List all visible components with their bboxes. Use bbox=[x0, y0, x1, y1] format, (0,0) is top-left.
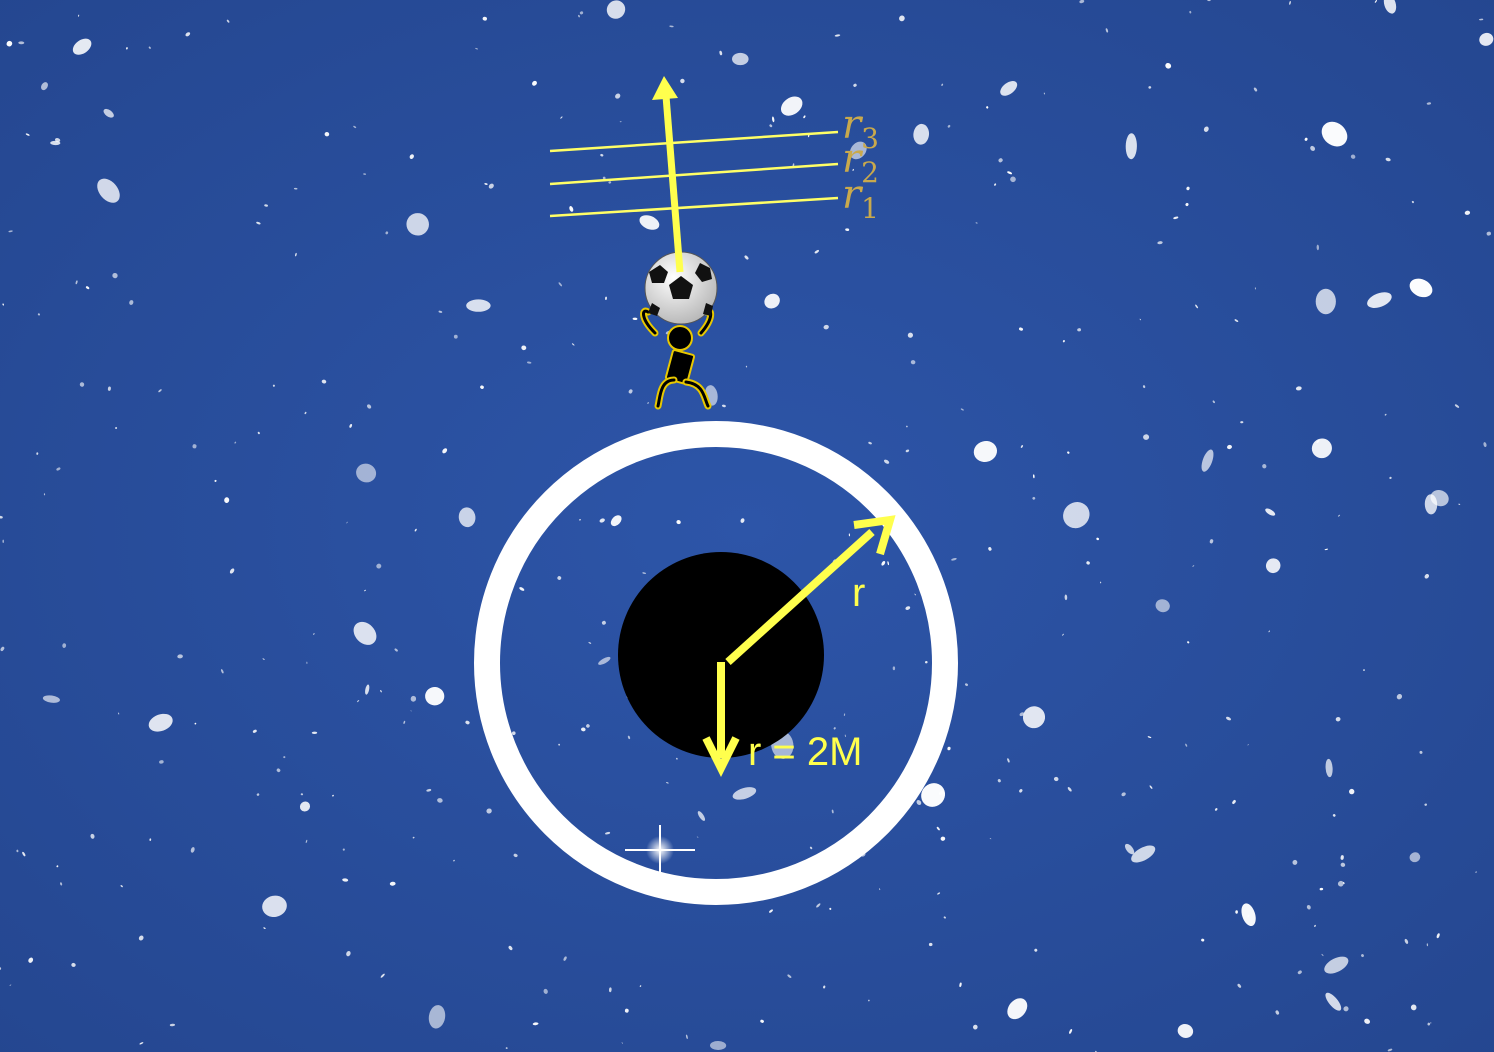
galaxy-speck bbox=[2, 539, 4, 543]
galaxy-speck bbox=[732, 52, 749, 66]
galaxy-speck bbox=[1315, 288, 1336, 315]
black-hole-diagram: r r = 2M r3 r2 r1 bbox=[0, 0, 1494, 1052]
galaxy-speck bbox=[466, 299, 491, 312]
radius-label: r bbox=[852, 571, 865, 615]
horizon-label: r = 2M bbox=[748, 730, 862, 774]
